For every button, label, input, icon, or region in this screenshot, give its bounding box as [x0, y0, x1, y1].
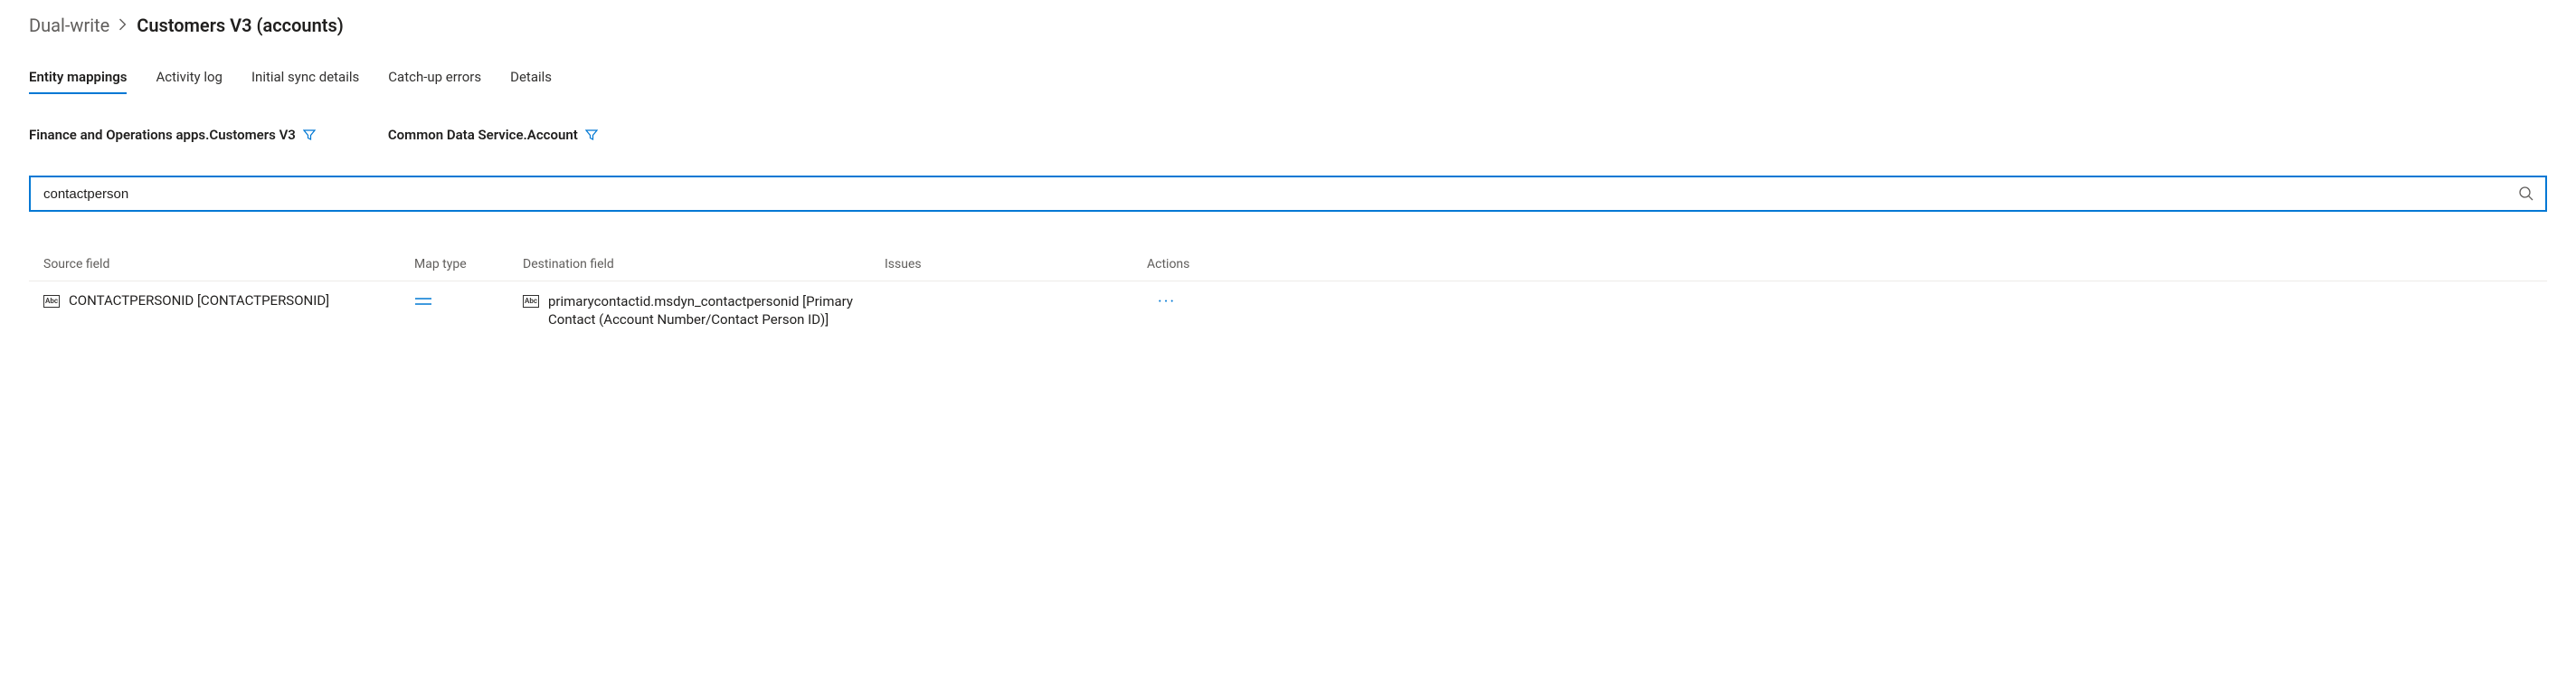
tab-details[interactable]: Details [510, 63, 552, 94]
column-header-destination[interactable]: Destination field [523, 257, 885, 271]
source-field-text: CONTACTPERSONID [CONTACTPERSONID] [69, 292, 329, 309]
breadcrumb: Dual-write Customers V3 (accounts) [29, 14, 2547, 36]
breadcrumb-parent[interactable]: Dual-write [29, 14, 109, 36]
breadcrumb-current: Customers V3 (accounts) [137, 14, 344, 36]
tab-entity-mappings[interactable]: Entity mappings [29, 63, 127, 94]
tab-catch-up-errors[interactable]: Catch-up errors [388, 63, 481, 94]
cell-map-type[interactable] [414, 292, 523, 311]
cell-source-field: Abc CONTACTPERSONID [CONTACTPERSONID] [43, 292, 414, 309]
table-header-row: Source field Map type Destination field … [29, 248, 2547, 281]
table-row[interactable]: Abc CONTACTPERSONID [CONTACTPERSONID] Ab… [29, 281, 2547, 340]
filter-icon[interactable] [303, 129, 316, 141]
column-header-issues[interactable]: Issues [885, 257, 1147, 271]
search-input[interactable] [42, 177, 2518, 210]
source-entity-label[interactable]: Finance and Operations apps.Customers V3 [29, 127, 316, 143]
search-box[interactable] [29, 176, 2547, 212]
destination-entity-text: Common Data Service.Account [388, 127, 578, 143]
text-type-icon: Abc [43, 295, 60, 308]
tab-initial-sync-details[interactable]: Initial sync details [251, 63, 359, 94]
column-header-source[interactable]: Source field [43, 257, 414, 271]
destination-field-text: primarycontactid.msdyn_contactpersonid [… [548, 292, 885, 329]
search-icon[interactable] [2518, 186, 2534, 202]
column-header-actions[interactable]: Actions [1147, 257, 1255, 271]
tab-activity-log[interactable]: Activity log [156, 63, 222, 94]
filter-icon[interactable] [585, 129, 598, 141]
equals-icon [414, 292, 432, 311]
tab-bar: Entity mappings Activity log Initial syn… [29, 63, 2547, 94]
cell-destination-field: Abc primarycontactid.msdyn_contactperson… [523, 292, 885, 329]
destination-entity-label[interactable]: Common Data Service.Account [388, 127, 598, 143]
text-type-icon: Abc [523, 295, 539, 308]
chevron-right-icon [118, 16, 128, 35]
column-header-maptype[interactable]: Map type [414, 257, 523, 271]
more-icon[interactable]: ··· [1147, 292, 1176, 311]
entity-filter-row: Finance and Operations apps.Customers V3… [29, 127, 2547, 143]
source-entity-text: Finance and Operations apps.Customers V3 [29, 127, 296, 143]
cell-actions[interactable]: ··· [1147, 292, 1255, 311]
